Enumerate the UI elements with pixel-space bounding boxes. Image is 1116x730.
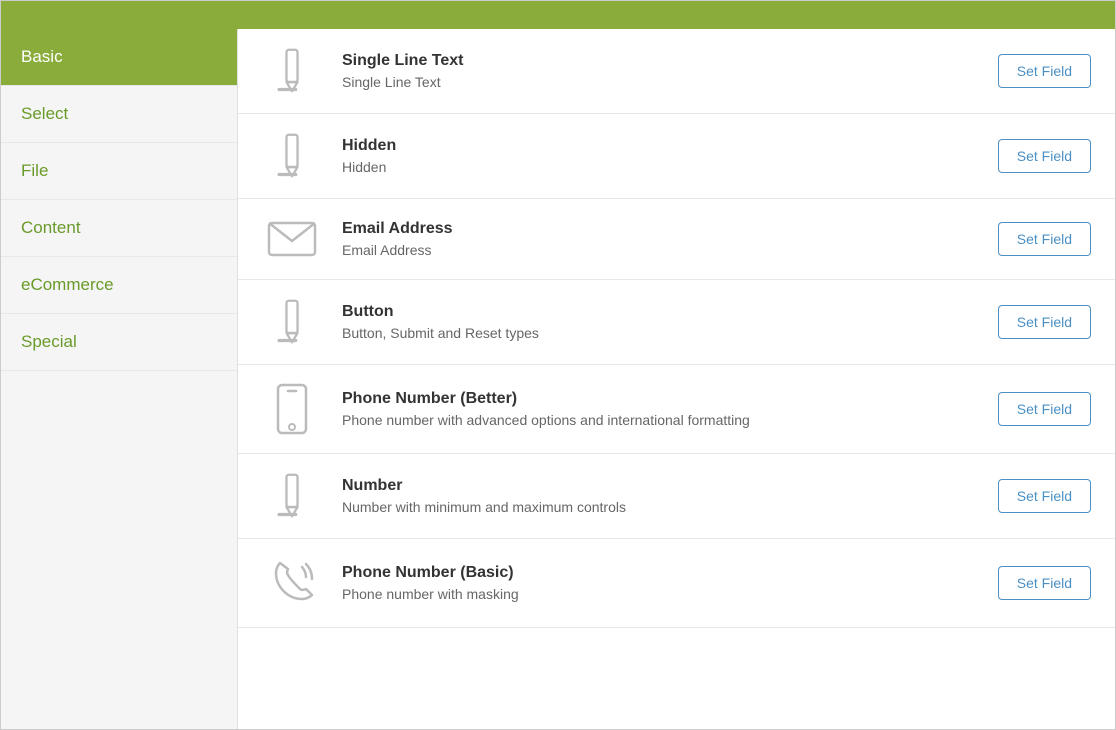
sidebar-item-content[interactable]: Content [1, 200, 237, 257]
field-info-number: Number Number with minimum and maximum c… [342, 477, 978, 515]
field-icon-email-address [262, 217, 322, 261]
field-desc-hidden: Hidden [342, 159, 978, 175]
field-row-number: Number Number with minimum and maximum c… [238, 454, 1115, 539]
field-info-email-address: Email Address Email Address [342, 220, 978, 258]
field-icon-phone-number-basic [262, 557, 322, 609]
field-row-button: Button Button, Submit and Reset types Se… [238, 280, 1115, 365]
field-info-phone-number-basic: Phone Number (Basic) Phone number with m… [342, 564, 978, 602]
fields-modal: BasicSelectFileContenteCommerceSpecial S… [0, 0, 1116, 730]
field-info-single-line-text: Single Line Text Single Line Text [342, 52, 978, 90]
field-info-hidden: Hidden Hidden [342, 137, 978, 175]
field-desc-phone-number-better: Phone number with advanced options and i… [342, 412, 978, 428]
field-name-phone-number-basic: Phone Number (Basic) [342, 564, 978, 582]
field-row-email-address: Email Address Email Address Set Field [238, 199, 1115, 280]
field-info-button: Button Button, Submit and Reset types [342, 303, 978, 341]
field-info-phone-number-better: Phone Number (Better) Phone number with … [342, 390, 978, 428]
set-field-button-email-address[interactable]: Set Field [998, 222, 1091, 256]
set-field-button-phone-number-better[interactable]: Set Field [998, 392, 1091, 426]
sidebar-item-ecommerce[interactable]: eCommerce [1, 257, 237, 314]
field-desc-email-address: Email Address [342, 242, 978, 258]
modal-header [1, 1, 1115, 29]
sidebar-item-file[interactable]: File [1, 143, 237, 200]
field-icon-single-line-text [262, 47, 322, 95]
field-row-phone-number-better: Phone Number (Better) Phone number with … [238, 365, 1115, 454]
field-desc-phone-number-basic: Phone number with masking [342, 586, 978, 602]
modal-body: BasicSelectFileContenteCommerceSpecial S… [1, 29, 1115, 729]
field-name-phone-number-better: Phone Number (Better) [342, 390, 978, 408]
set-field-button-button[interactable]: Set Field [998, 305, 1091, 339]
sidebar: BasicSelectFileContenteCommerceSpecial [1, 29, 238, 729]
field-name-email-address: Email Address [342, 220, 978, 238]
field-name-hidden: Hidden [342, 137, 978, 155]
set-field-button-number[interactable]: Set Field [998, 479, 1091, 513]
field-desc-button: Button, Submit and Reset types [342, 325, 978, 341]
sidebar-item-special[interactable]: Special [1, 314, 237, 371]
field-name-button: Button [342, 303, 978, 321]
field-row-single-line-text: Single Line Text Single Line Text Set Fi… [238, 29, 1115, 114]
field-row-hidden: Hidden Hidden Set Field [238, 114, 1115, 199]
field-icon-hidden [262, 132, 322, 180]
field-row-phone-number-basic: Phone Number (Basic) Phone number with m… [238, 539, 1115, 628]
set-field-button-hidden[interactable]: Set Field [998, 139, 1091, 173]
sidebar-item-basic[interactable]: Basic [1, 29, 237, 86]
field-name-single-line-text: Single Line Text [342, 52, 978, 70]
field-icon-number [262, 472, 322, 520]
sidebar-item-select[interactable]: Select [1, 86, 237, 143]
field-icon-button [262, 298, 322, 346]
field-desc-number: Number with minimum and maximum controls [342, 499, 978, 515]
content-area: Single Line Text Single Line Text Set Fi… [238, 29, 1115, 729]
field-name-number: Number [342, 477, 978, 495]
field-icon-phone-number-better [262, 383, 322, 435]
field-desc-single-line-text: Single Line Text [342, 74, 978, 90]
set-field-button-single-line-text[interactable]: Set Field [998, 54, 1091, 88]
set-field-button-phone-number-basic[interactable]: Set Field [998, 566, 1091, 600]
